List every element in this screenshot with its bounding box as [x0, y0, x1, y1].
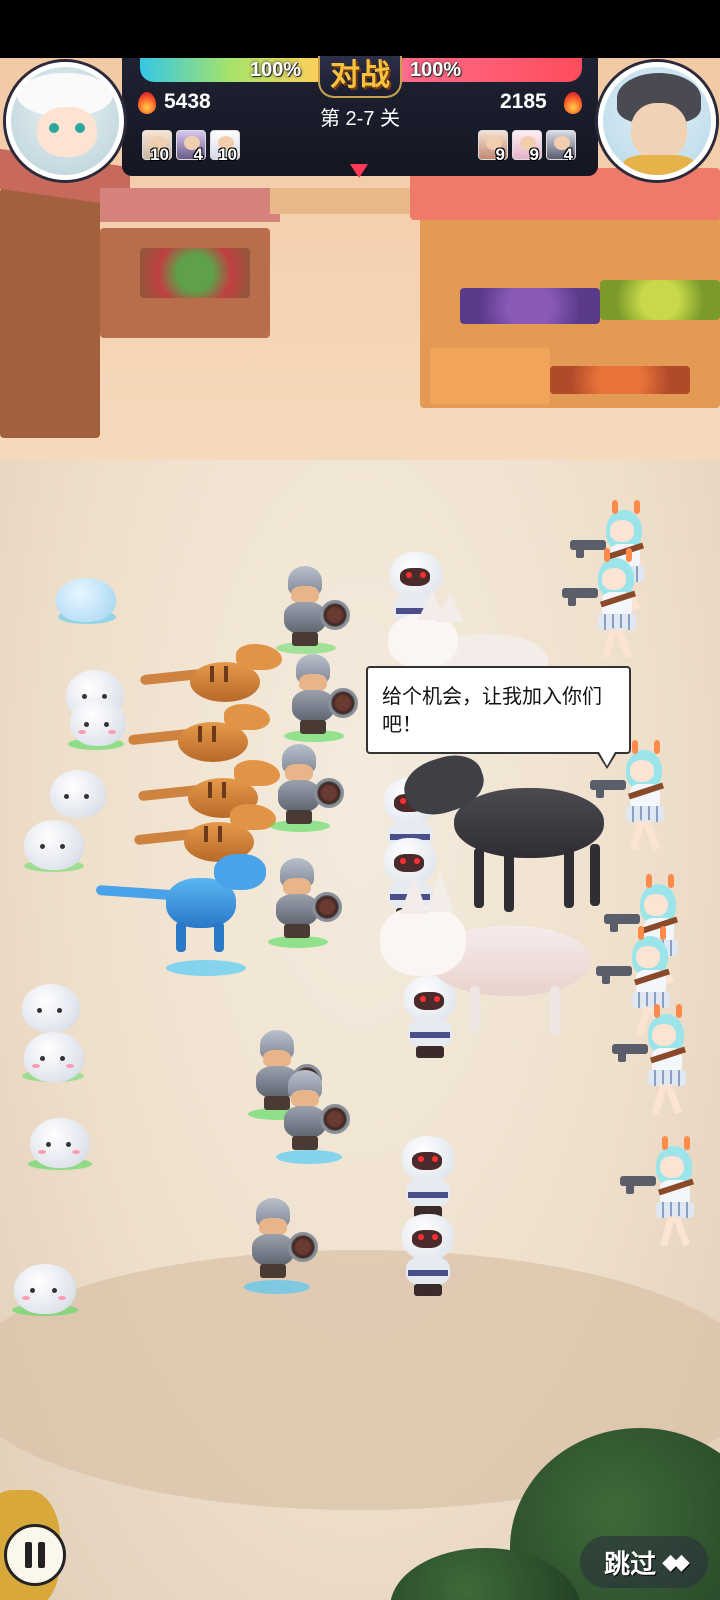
knight-unit [276, 1070, 350, 1150]
avatar-eye [75, 123, 85, 133]
enemy-hp-percent: 100% [410, 59, 462, 81]
gunner-girl-enemy-unit [620, 1136, 710, 1250]
knight-unit [244, 1198, 318, 1278]
battle-scene [0, 58, 720, 1600]
white-blob-unit [50, 770, 106, 818]
fruit-display-melons [600, 280, 720, 320]
knight-unit [276, 566, 350, 646]
white-blob-unit [30, 1118, 90, 1168]
unit-count: 9 [495, 145, 505, 164]
player-hp-percent: 100% [250, 59, 302, 81]
dark-hair-unit-icon: 4 [546, 130, 576, 164]
blue-dragon-unit [95, 848, 266, 968]
enemy-power: 2185 [500, 90, 547, 113]
unit-shadow [276, 1150, 342, 1164]
fruit-box [140, 248, 250, 298]
pink-hair-unit-icon: 9 [512, 130, 542, 164]
knight-unit [268, 858, 342, 938]
unit-count: 4 [193, 145, 203, 164]
unit-count: 10 [218, 145, 237, 164]
white-blob-unit [24, 820, 84, 870]
far-awning [270, 188, 430, 214]
player-avatar[interactable] [6, 62, 124, 180]
white-hair-unit-icon: 10 [210, 130, 240, 164]
skip-label: 跳过 [604, 1548, 657, 1579]
status-bar [0, 0, 720, 58]
avatar-face [631, 103, 687, 159]
fruit-display-oranges [550, 366, 690, 394]
fast-forward-icon: ◆◆ [662, 1549, 690, 1574]
ice-blob-unit [56, 578, 116, 622]
ghost-enemy-unit [396, 1214, 460, 1298]
white-blob-unit [70, 698, 126, 746]
ghost-enemy-unit [396, 1136, 460, 1220]
avatar-collar [623, 155, 695, 175]
pause-icon [38, 1542, 45, 1568]
crate-front [430, 348, 550, 404]
unit-count: 9 [529, 145, 539, 164]
left-stall [0, 188, 100, 438]
enemy-avatar[interactable] [598, 62, 716, 180]
battle-front-marker [350, 164, 368, 178]
player-power: 5438 [164, 90, 211, 113]
gunner-girl-enemy-unit [562, 548, 652, 662]
unit-shadow [244, 1280, 310, 1294]
player-team-row: 10 4 10 [142, 130, 240, 164]
power-fire-icon [564, 92, 582, 114]
battle-hud: 100% 100% 对战 5438 2185 第 2-7 关 10 4 10 9… [0, 56, 720, 180]
power-fire-icon [138, 92, 156, 114]
avatar-face [37, 107, 97, 157]
dark-hair-unit-icon: 4 [176, 130, 206, 164]
white-blob-unit [14, 1264, 76, 1314]
bear-unit-icon: 10 [142, 130, 172, 164]
white-hound-enemy-unit [360, 866, 600, 1046]
unit-count: 4 [563, 145, 573, 164]
middle-awning [100, 188, 280, 222]
knight-unit [284, 654, 358, 734]
fruit-display-grapes [460, 288, 600, 324]
white-blob-unit [24, 1032, 84, 1082]
pause-icon [25, 1542, 32, 1568]
pause-button[interactable] [4, 1524, 66, 1586]
gunner-girl-enemy-unit [612, 1004, 702, 1118]
unit-count: 10 [150, 145, 169, 164]
knight-unit [270, 744, 344, 824]
hood-unit-icon: 9 [478, 130, 508, 164]
skip-button[interactable]: 跳过 ◆◆ [580, 1536, 708, 1588]
stage-label: 第 2-7 关 [319, 108, 401, 130]
avatar-eye [49, 123, 59, 133]
dialog-bubble: 给个机会，让我加入你们吧！ [366, 666, 631, 769]
white-blob-unit [22, 984, 80, 1032]
vs-badge: 对战 [318, 56, 402, 98]
enemy-team-row: 9 9 4 [478, 130, 576, 164]
